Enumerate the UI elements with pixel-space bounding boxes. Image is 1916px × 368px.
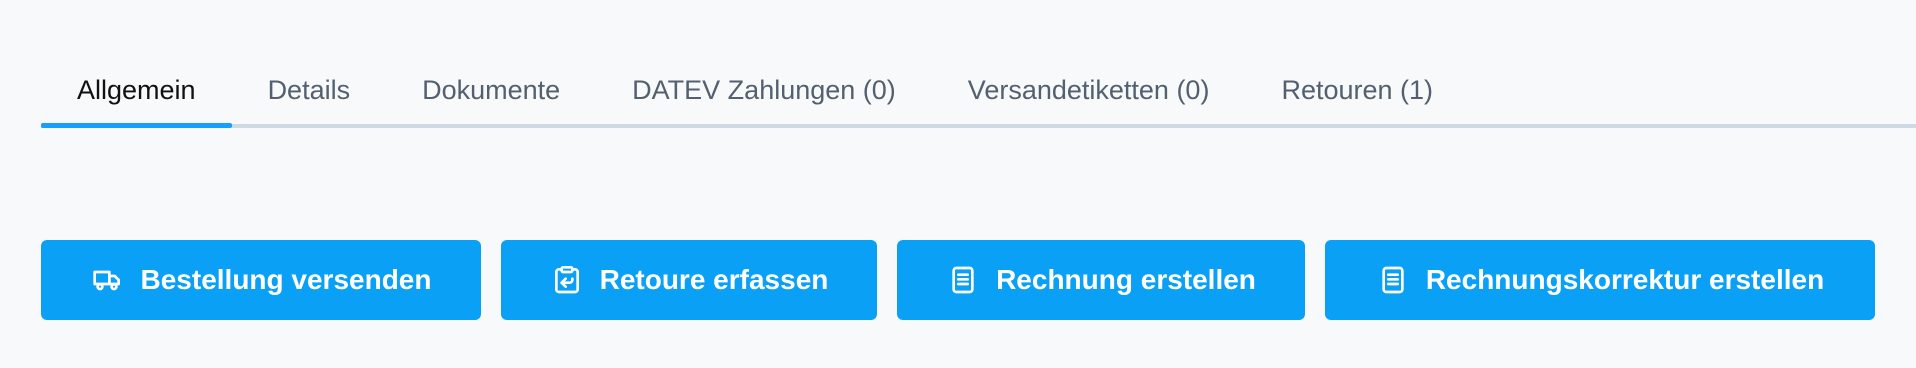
document-icon	[1376, 263, 1410, 297]
truck-icon	[91, 263, 125, 297]
create-invoice-correction-button[interactable]: Rechnungskorrektur erstellen	[1325, 240, 1875, 320]
create-invoice-button[interactable]: Rechnung erstellen	[897, 240, 1305, 320]
tab-versandetiketten[interactable]: Versandetiketten (0)	[932, 56, 1246, 124]
tab-datev-zahlungen[interactable]: DATEV Zahlungen (0)	[596, 56, 932, 124]
action-button-row: Bestellung versenden Retoure erfassen Re…	[41, 240, 1875, 320]
create-invoice-correction-label: Rechnungskorrektur erstellen	[1425, 264, 1825, 295]
tab-label: Allgemein	[77, 74, 196, 105]
tab-label: Details	[267, 74, 351, 105]
tab-label: Dokumente	[422, 74, 561, 105]
document-icon	[946, 263, 980, 297]
tab-dokumente[interactable]: Dokumente	[386, 56, 596, 124]
ship-order-label: Bestellung versenden	[140, 264, 432, 295]
tab-label: Versandetiketten (0)	[967, 74, 1210, 105]
record-return-button[interactable]: Retoure erfassen	[501, 240, 877, 320]
tab-retouren[interactable]: Retouren (1)	[1245, 56, 1469, 124]
tab-label: Retouren (1)	[1281, 74, 1434, 105]
create-invoice-label: Rechnung erstellen	[996, 264, 1256, 295]
tab-bar: Allgemein Details Dokumente DATEV Zahlun…	[41, 56, 1916, 128]
ship-order-button[interactable]: Bestellung versenden	[41, 240, 481, 320]
return-clipboard-icon	[550, 263, 584, 297]
record-return-label: Retoure erfassen	[599, 264, 829, 295]
tab-details[interactable]: Details	[232, 56, 387, 124]
tab-label: DATEV Zahlungen (0)	[632, 74, 896, 105]
tab-list: Allgemein Details Dokumente DATEV Zahlun…	[41, 56, 1916, 128]
tab-allgemein[interactable]: Allgemein	[41, 56, 232, 128]
